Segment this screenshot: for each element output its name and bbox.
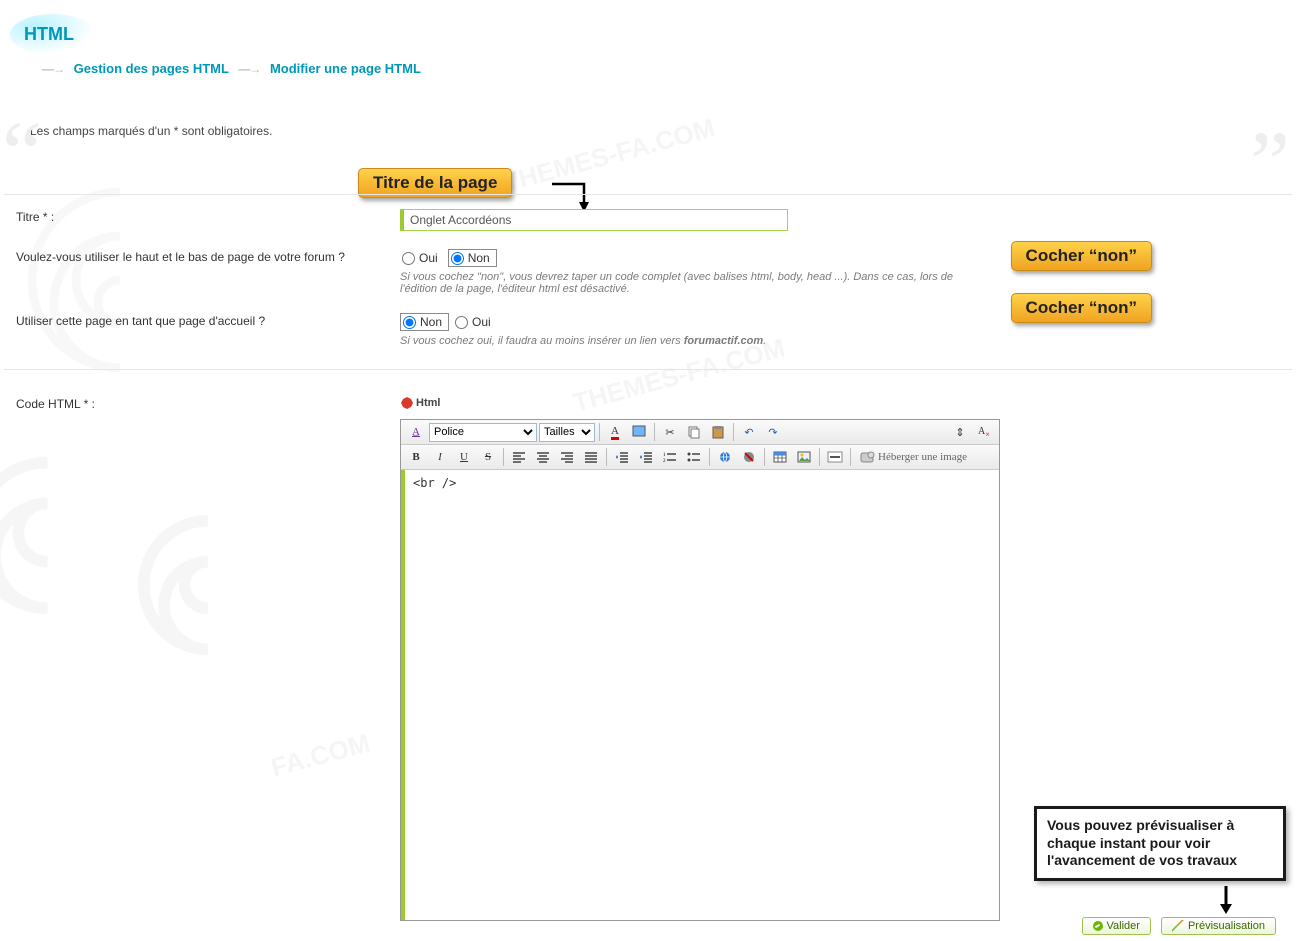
bg-color-icon[interactable]: [628, 422, 650, 442]
image-icon[interactable]: [793, 447, 815, 467]
align-center-icon[interactable]: [532, 447, 554, 467]
redo-icon[interactable]: ↷: [762, 422, 784, 442]
help-home: Si vous cochez oui, il faudra au moins i…: [400, 335, 960, 347]
strike-icon[interactable]: S: [477, 447, 499, 467]
callout-check-non-1: Cocher “non”: [1011, 241, 1152, 271]
hr-icon[interactable]: [824, 447, 846, 467]
callout-check-non-2: Cocher “non”: [1011, 293, 1152, 323]
bold-icon[interactable]: B: [405, 447, 427, 467]
page-tab-title: HTML: [10, 14, 96, 55]
quote-open-icon: “: [2, 136, 42, 172]
preview-button[interactable]: Prévisualisation: [1161, 917, 1276, 935]
arrow-right-icon: [42, 62, 64, 76]
font-select[interactable]: Police: [429, 423, 537, 442]
required-notice: “ Les champs marqués d'un * sont obligat…: [8, 106, 1288, 164]
list-ol-icon[interactable]: 12: [659, 447, 681, 467]
table-icon[interactable]: [769, 447, 791, 467]
html-mode-icon[interactable]: Html: [400, 396, 440, 410]
cut-icon[interactable]: ✂: [659, 422, 681, 442]
html-editor: A̲ Police Tailles A ✂ ↶ ↷ ⇕ A×: [400, 419, 1000, 921]
label-use-home: Utiliser cette page en tant que page d'a…: [12, 313, 400, 330]
required-notice-text: Les champs marqués d'un * sont obligatoi…: [30, 124, 272, 138]
radio-header-yes[interactable]: Oui: [400, 250, 444, 266]
toggle-mode-icon[interactable]: A̲: [405, 422, 427, 442]
title-input[interactable]: [400, 209, 788, 231]
label-use-header: Voulez-vous utiliser le haut et le bas d…: [12, 249, 400, 266]
label-title: Titre * :: [12, 209, 400, 226]
expand-icon[interactable]: ⇕: [949, 422, 971, 442]
validate-button[interactable]: Valider: [1082, 917, 1151, 935]
svg-text:2: 2: [663, 459, 666, 463]
arrow-right-icon: [238, 62, 260, 76]
button-bar: Valider Prévisualisation: [1082, 917, 1276, 935]
indent-icon[interactable]: [635, 447, 657, 467]
radio-header-no[interactable]: Non: [448, 249, 497, 267]
undo-icon[interactable]: ↶: [738, 422, 760, 442]
editor-toolbar-2: B I U S 12: [401, 445, 999, 470]
align-right-icon[interactable]: [556, 447, 578, 467]
radio-home-no[interactable]: Non: [400, 313, 449, 331]
breadcrumb: Gestion des pages HTML Modifier une page…: [36, 61, 1296, 76]
outdent-icon[interactable]: [611, 447, 633, 467]
align-justify-icon[interactable]: [580, 447, 602, 467]
label-code: Code HTML * :: [12, 396, 400, 413]
align-left-icon[interactable]: [508, 447, 530, 467]
clear-format-icon[interactable]: A×: [973, 422, 995, 442]
svg-text:1: 1: [663, 453, 666, 458]
copy-icon[interactable]: [683, 422, 705, 442]
editor-textarea[interactable]: <br />: [401, 470, 999, 920]
check-icon: [1093, 921, 1103, 931]
help-header: Si vous cochez "non", vous devrez taper …: [400, 271, 960, 295]
quote-close-icon: ”: [1250, 146, 1290, 182]
link-icon[interactable]: [714, 447, 736, 467]
breadcrumb-link-edit[interactable]: Modifier une page HTML: [270, 61, 421, 76]
callout-preview: Vous pouvez prévisualiser à chaque insta…: [1034, 806, 1286, 881]
paste-icon[interactable]: [707, 422, 729, 442]
list-ul-icon[interactable]: [683, 447, 705, 467]
form-panel: Titre * : Voulez-vous utiliser le haut e…: [4, 194, 1292, 370]
unlink-icon[interactable]: [738, 447, 760, 467]
italic-icon[interactable]: I: [429, 447, 451, 467]
size-select[interactable]: Tailles: [539, 423, 595, 442]
pencil-icon: [1172, 920, 1184, 932]
breadcrumb-link-manage[interactable]: Gestion des pages HTML: [74, 61, 229, 76]
editor-toolbar-1: A̲ Police Tailles A ✂ ↶ ↷ ⇕ A×: [401, 420, 999, 445]
radio-home-yes[interactable]: Oui: [453, 314, 497, 330]
text-color-icon[interactable]: A: [604, 422, 626, 442]
arrow-down-icon: [1216, 886, 1236, 914]
underline-icon[interactable]: U: [453, 447, 475, 467]
host-image-button[interactable]: Héberger une image: [855, 447, 972, 467]
